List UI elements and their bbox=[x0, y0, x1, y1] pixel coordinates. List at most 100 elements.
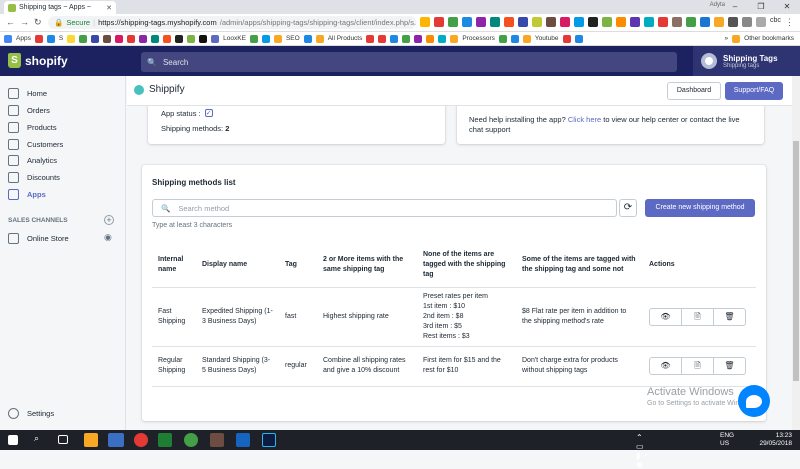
sidebar-item-analytics[interactable]: Analytics bbox=[8, 155, 57, 166]
extension-icon[interactable] bbox=[686, 17, 696, 27]
bookmark-icon[interactable] bbox=[175, 34, 184, 43]
bookmark-apps[interactable]: Apps bbox=[16, 35, 31, 42]
photoshop-icon[interactable] bbox=[262, 433, 276, 447]
bookmark-icon[interactable] bbox=[510, 34, 519, 43]
messenger-chat-button[interactable] bbox=[738, 385, 770, 417]
extension-icon[interactable] bbox=[742, 17, 752, 27]
extension-icon[interactable] bbox=[504, 17, 514, 27]
delete-button[interactable]: 🗑 bbox=[713, 307, 746, 326]
view-button[interactable]: 👁 bbox=[649, 307, 682, 326]
bookmark-looxke[interactable]: LooxKE bbox=[223, 35, 246, 42]
method-search-input[interactable]: 🔍 Search method bbox=[152, 199, 617, 217]
extension-icon[interactable] bbox=[672, 17, 682, 27]
apps-grid-icon[interactable] bbox=[4, 34, 12, 43]
youtube-icon[interactable] bbox=[562, 34, 571, 43]
add-channel-icon[interactable]: + bbox=[104, 215, 114, 225]
bookmark-icon[interactable] bbox=[91, 34, 100, 43]
excel-icon[interactable] bbox=[158, 433, 172, 447]
bookmark-processors[interactable]: Processors bbox=[462, 35, 495, 42]
extension-icon[interactable] bbox=[574, 17, 584, 27]
reload-icon[interactable]: ↻ bbox=[34, 17, 42, 28]
window-close-icon[interactable]: ✕ bbox=[774, 0, 800, 14]
folder-icon[interactable] bbox=[273, 34, 282, 43]
word-icon[interactable] bbox=[236, 433, 250, 447]
browser-tab[interactable]: Shipping tags ~ Apps ~ ✕ bbox=[4, 1, 116, 14]
windows-start-icon[interactable] bbox=[8, 435, 18, 445]
sidebar-item-discounts[interactable]: Discounts bbox=[8, 172, 60, 183]
language-indicator[interactable]: ENG US bbox=[720, 432, 734, 448]
tray-icons[interactable]: ⌃ ▭ ▮ ◔ ◉ bbox=[636, 433, 650, 469]
support-faq-button[interactable]: Support/FAQ bbox=[725, 82, 783, 100]
sidebar-item-apps[interactable]: Apps bbox=[8, 189, 46, 200]
dashboard-button[interactable]: Dashboard bbox=[667, 82, 721, 100]
bookmark-icon[interactable] bbox=[163, 34, 172, 43]
extension-icon[interactable] bbox=[728, 17, 738, 27]
sidebar-item-orders[interactable]: Orders bbox=[8, 105, 50, 116]
sidebar-item-customers[interactable]: Customers bbox=[8, 139, 63, 150]
bookmark-icon[interactable] bbox=[426, 34, 435, 43]
chevron-right-icon[interactable]: » bbox=[725, 35, 729, 42]
extension-icon[interactable] bbox=[658, 17, 668, 27]
create-method-button[interactable]: Create new shipping method bbox=[645, 199, 755, 217]
delete-button[interactable]: 🗑 bbox=[713, 357, 746, 375]
bookmark-icon[interactable] bbox=[574, 34, 583, 43]
extension-icon[interactable] bbox=[532, 17, 542, 27]
bookmark-icon[interactable] bbox=[378, 34, 387, 43]
app-status-checkbox[interactable]: ✓ bbox=[204, 109, 213, 118]
bookmark-icon[interactable] bbox=[211, 34, 220, 43]
url-field[interactable]: 🔒 Secure | https://shipping-tags.myshopi… bbox=[48, 16, 416, 29]
folder-icon[interactable] bbox=[315, 34, 324, 43]
clock[interactable]: 13:23 29/05/2018 bbox=[759, 432, 792, 448]
folder-icon[interactable] bbox=[732, 34, 741, 43]
bookmark-icon[interactable] bbox=[438, 34, 447, 43]
scrollbar-thumb[interactable] bbox=[793, 141, 799, 381]
sidebar-item-products[interactable]: Products bbox=[8, 122, 57, 133]
extension-icon[interactable] bbox=[448, 17, 458, 27]
extra-tab-label[interactable]: cbc bbox=[770, 17, 781, 28]
bookmark-s[interactable]: S bbox=[59, 35, 63, 42]
chrome-icon[interactable] bbox=[134, 433, 148, 447]
extension-icon[interactable] bbox=[462, 17, 472, 27]
extension-icon[interactable] bbox=[644, 17, 654, 27]
menu-dots-icon[interactable]: ⋮ bbox=[785, 17, 794, 28]
maximize-icon[interactable]: ❐ bbox=[748, 0, 774, 14]
extension-icon[interactable] bbox=[434, 17, 444, 27]
bookmark-all-products[interactable]: All Products bbox=[328, 35, 363, 42]
shopify-logo[interactable]: S shopify bbox=[8, 53, 68, 68]
tab-close-icon[interactable]: ✕ bbox=[106, 4, 112, 12]
search-icon[interactable]: ⌕ bbox=[34, 433, 48, 447]
sidebar-item-settings[interactable]: Settings bbox=[8, 408, 54, 419]
folder-icon[interactable] bbox=[522, 34, 531, 43]
extension-icon[interactable] bbox=[490, 17, 500, 27]
bookmark-icon[interactable] bbox=[366, 34, 375, 43]
bookmark-icon[interactable] bbox=[79, 34, 88, 43]
bookmark-icon[interactable] bbox=[498, 34, 507, 43]
back-icon[interactable]: ← bbox=[6, 17, 15, 27]
help-center-link[interactable]: Click here bbox=[568, 115, 601, 124]
sidebar-item-online-store[interactable]: Online Store bbox=[8, 233, 69, 244]
bookmark-icon[interactable] bbox=[139, 34, 148, 43]
edit-button[interactable]: 🗎 bbox=[681, 357, 714, 375]
wechat-icon[interactable] bbox=[184, 433, 198, 447]
bookmark-youtube[interactable]: Youtube bbox=[535, 35, 559, 42]
minimize-icon[interactable]: – bbox=[722, 0, 748, 14]
file-explorer-icon[interactable] bbox=[84, 433, 98, 447]
bookmark-icon[interactable] bbox=[390, 34, 399, 43]
taskbar-app-icon[interactable] bbox=[108, 433, 124, 447]
taskbar-app-icon[interactable] bbox=[210, 433, 224, 447]
bookmark-icon[interactable] bbox=[261, 34, 270, 43]
extension-icon[interactable] bbox=[518, 17, 528, 27]
bookmark-icon[interactable] bbox=[151, 34, 160, 43]
extension-icon[interactable] bbox=[616, 17, 626, 27]
bookmark-icon[interactable] bbox=[34, 34, 43, 43]
view-button[interactable]: 👁 bbox=[649, 357, 682, 375]
bookmark-icon[interactable] bbox=[199, 34, 208, 43]
admin-search-input[interactable]: 🔍 Search bbox=[141, 52, 677, 72]
bookmark-icon[interactable] bbox=[46, 34, 55, 43]
extension-icon[interactable] bbox=[700, 17, 710, 27]
scrollbar[interactable] bbox=[792, 76, 800, 430]
store-menu[interactable]: Shipping Tags Shipping tags bbox=[693, 46, 800, 76]
extension-icon[interactable] bbox=[630, 17, 640, 27]
edit-button[interactable]: 🗎 bbox=[681, 307, 714, 326]
bookmark-icon[interactable] bbox=[67, 34, 76, 43]
